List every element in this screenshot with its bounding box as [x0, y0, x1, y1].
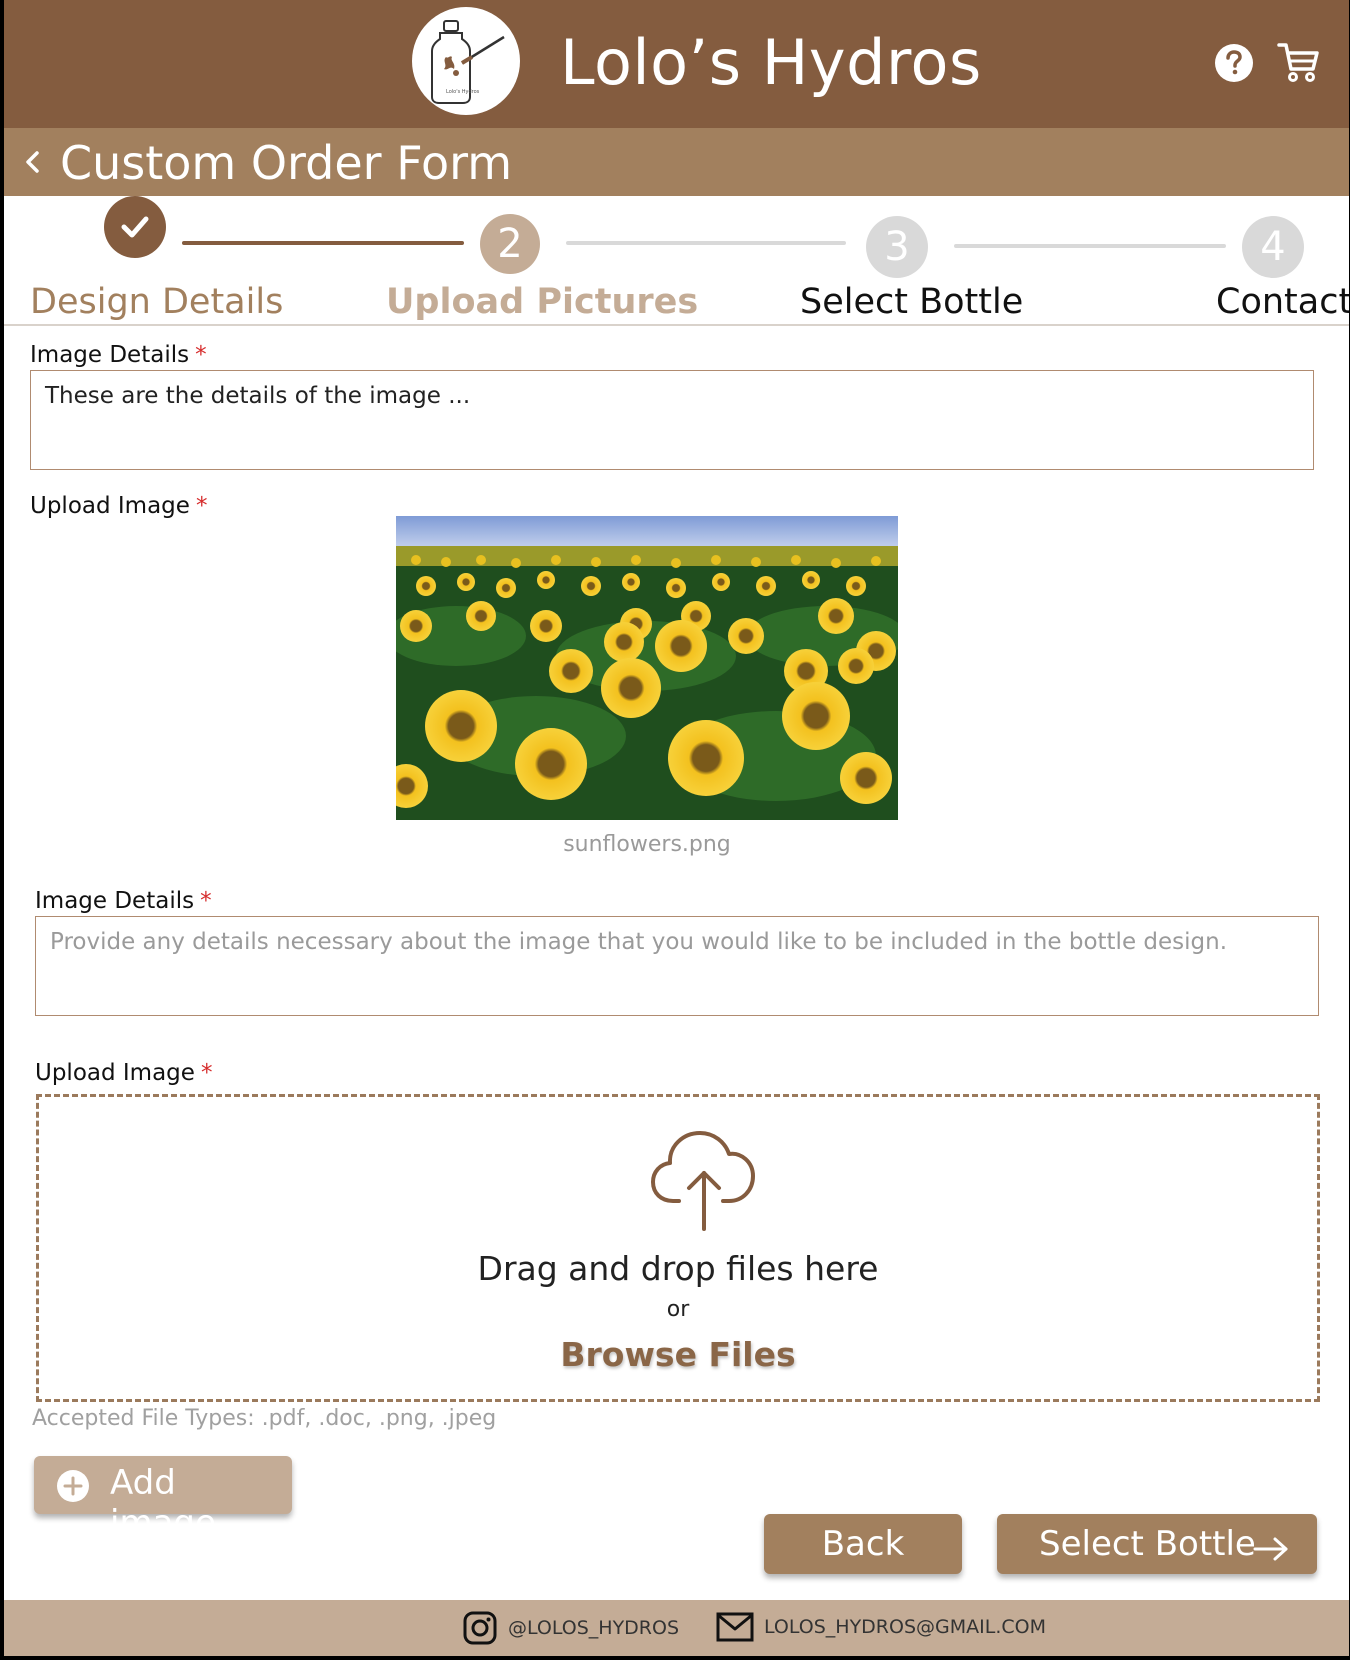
upload-image-label-2: Upload Image * [35, 1060, 212, 1086]
chevron-left-icon[interactable] [22, 148, 44, 176]
step-1-check-icon[interactable] [104, 196, 166, 258]
step-label-select-bottle[interactable]: Select Bottle [800, 282, 1023, 322]
svg-text:Lolo's Hydros: Lolo's Hydros [446, 89, 480, 95]
drop-instructions: Drag and drop files here [477, 1249, 879, 1288]
top-header: Lolo's Hydros Lolo’s Hydros [4, 0, 1349, 128]
browse-files-link[interactable]: Browse Files [39, 1335, 1317, 1374]
image-details-label-1: Image Details * [30, 342, 207, 368]
instagram-handle: @LOLOS_HYDROS [508, 1617, 680, 1639]
footer-email[interactable]: LOLOS_HYDROS@GMAIL.COM [716, 1610, 1046, 1644]
step-label-contact[interactable]: Contact [1216, 282, 1349, 322]
email-address: LOLOS_HYDROS@GMAIL.COM [764, 1616, 1046, 1638]
accepted-file-types: Accepted File Types: .pdf, .doc, .png, .… [32, 1406, 497, 1431]
back-button[interactable]: Back [764, 1514, 962, 1574]
back-button-label: Back [821, 1524, 905, 1564]
label-text: Upload Image [35, 1060, 195, 1086]
label-text: Image Details [35, 888, 195, 914]
image-details-label-2: Image Details * [35, 888, 212, 914]
add-image-button[interactable]: Add image [34, 1456, 292, 1543]
bottle-logo-icon[interactable]: Lolo's Hydros [412, 7, 520, 115]
step-label-design-details[interactable]: Design Details [30, 282, 283, 322]
image-details-input-2[interactable]: Provide any details necessary about the … [35, 916, 1319, 1016]
image-details-input-1[interactable]: These are the details of the image ... [30, 370, 1314, 470]
step-2-circle[interactable]: 2 [480, 214, 540, 274]
app-window: Lolo's Hydros Lolo’s Hydros Custom Order… [4, 0, 1349, 1656]
page-title: Custom Order Form [60, 136, 513, 190]
uploaded-image-preview[interactable] [396, 516, 898, 820]
cloud-upload-icon [649, 1123, 759, 1233]
required-mark: * [195, 342, 207, 368]
cart-icon[interactable] [1276, 40, 1320, 84]
help-icon[interactable] [1214, 43, 1254, 83]
step-label-upload-pictures[interactable]: Upload Pictures [386, 282, 698, 322]
step-4-circle[interactable]: 4 [1242, 216, 1304, 278]
arrow-right-icon [1253, 1531, 1289, 1561]
stepper-divider [4, 324, 1349, 326]
label-text: Upload Image [30, 493, 190, 519]
label-text: Image Details [30, 342, 190, 368]
uploaded-file-name: sunflowers.png [563, 832, 731, 857]
footer-instagram[interactable]: @LOLOS_HYDROS [462, 1610, 679, 1646]
sub-header: Custom Order Form [4, 128, 1349, 196]
step-connector-3 [954, 244, 1226, 248]
footer: @LOLOS_HYDROS LOLOS_HYDROS@GMAIL.COM [4, 1600, 1349, 1656]
instagram-icon [463, 1611, 497, 1645]
file-dropzone[interactable]: Drag and drop files here or Browse Files [36, 1094, 1320, 1402]
select-bottle-button[interactable]: Select Bottle [997, 1514, 1317, 1574]
step-connector-1 [182, 241, 464, 245]
step-connector-2 [566, 241, 846, 245]
select-bottle-label: Select Bottle [1039, 1524, 1256, 1564]
brand-title: Lolo’s Hydros [560, 26, 982, 99]
required-mark: * [200, 888, 212, 914]
step-3-circle[interactable]: 3 [866, 216, 928, 278]
progress-stepper: 2 3 4 Design Details Upload Pictures Sel… [4, 196, 1349, 326]
required-mark: * [195, 493, 208, 519]
add-image-label: Add image [110, 1463, 216, 1543]
required-mark: * [200, 1060, 213, 1086]
upload-image-label-1: Upload Image * [30, 493, 207, 519]
plus-circle-icon [56, 1469, 90, 1503]
mail-icon [716, 1612, 754, 1642]
or-separator: or [666, 1297, 690, 1322]
